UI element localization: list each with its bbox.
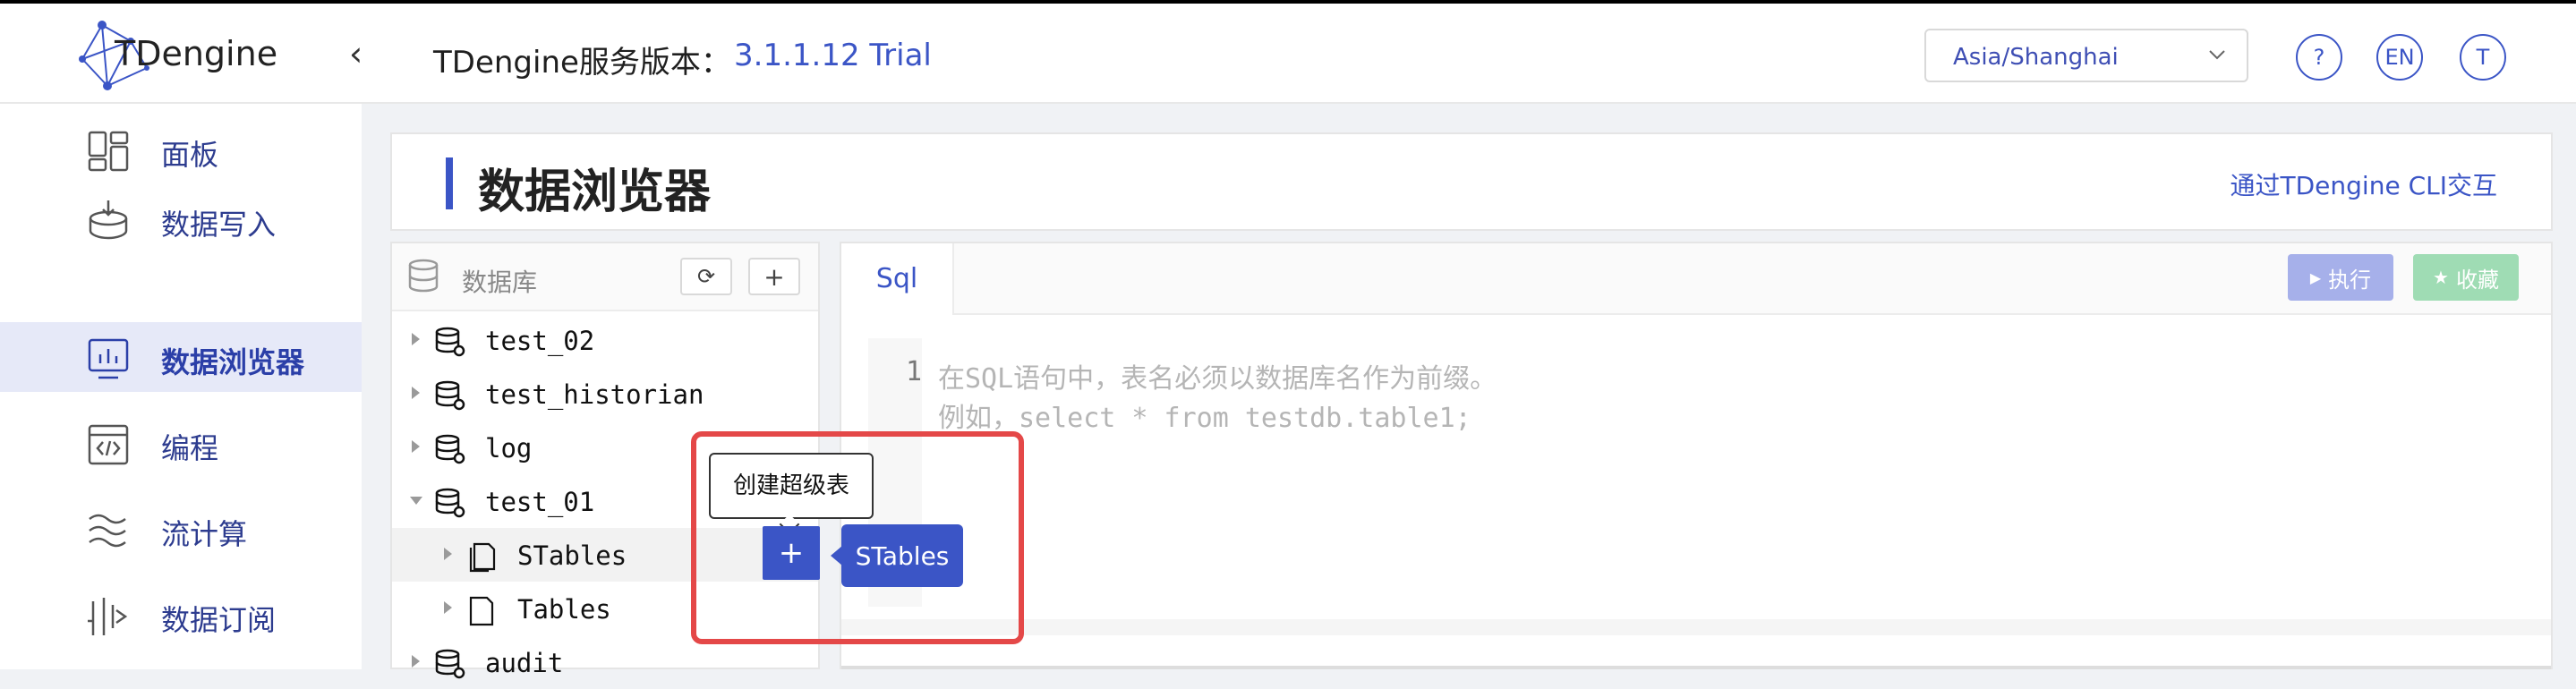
language-button[interactable]: EN [2376,34,2423,81]
add-stable-button[interactable]: + [763,526,820,580]
line-number: 1 [906,356,923,387]
tree-item-label: Tables [517,594,611,625]
database-icon [435,434,465,464]
database-icon [435,649,465,679]
sql-tab-bar: Sql ▶ 执行 ★ 收藏 [841,243,2551,315]
sidebar-item-data-write[interactable]: 数据写入 [0,184,362,254]
stream-icon [89,514,126,548]
database-icon [435,488,465,518]
tree-item-label: test_historian [485,379,704,410]
cli-interact-link[interactable]: 通过TDengine CLI交互 [2231,166,2497,202]
caret-right-icon[interactable] [444,601,452,614]
chevron-down-icon [2209,50,2225,60]
sidebar-item-label: 数据写入 [161,208,277,242]
caret-right-icon[interactable] [412,333,420,345]
timezone-value: Asia/Shanghai [1953,44,2119,71]
help-button[interactable]: ? [2296,34,2342,81]
favorite-button[interactable]: ★ 收藏 [2413,254,2519,301]
play-icon: ▶ [2309,268,2322,286]
top-header: TDengine ‹ TDengine服务版本： 3.1.1.12 Trial … [0,4,2576,104]
tree-item-label: log [485,433,533,464]
sidebar-item-label: 编程 [161,431,219,465]
stables-folder-icon [469,542,496,573]
tree-item-label: test_02 [485,326,595,356]
subscribe-icon [88,598,128,635]
sidebar-item-dashboard[interactable]: 面板 [0,115,362,184]
collapse-sidebar-button[interactable]: ‹ [349,34,363,73]
data-write-icon [89,200,128,240]
plus-icon: + [778,535,805,571]
page-title-card: 数据浏览器 通过TDengine CLI交互 [390,132,2553,231]
add-database-button[interactable]: + [748,258,800,295]
caret-right-icon[interactable] [444,548,452,560]
sidebar-item-label: 流计算 [161,517,248,551]
refresh-button[interactable]: ⟳ [680,258,732,295]
sidebar-item-subscribe[interactable]: 数据订阅 [0,580,362,650]
tree-item-label: audit [485,648,564,678]
tree-item-stables[interactable]: STables [392,528,818,582]
caret-right-icon[interactable] [412,387,420,399]
timezone-select[interactable]: Asia/Shanghai [1924,29,2248,82]
plus-icon: + [763,261,785,292]
user-avatar-button[interactable]: T [2460,34,2506,81]
tree-item-tables[interactable]: Tables [392,582,818,635]
sidebar-item-stream[interactable]: 流计算 [0,494,362,564]
stables-label-tag: STables [841,524,963,587]
run-button-label: 执行 [2328,267,2372,293]
favorite-button-label: 收藏 [2455,267,2499,293]
tables-folder-icon [469,596,494,626]
tree-item-database[interactable]: audit [392,635,818,689]
tab-sql[interactable]: Sql [841,243,954,315]
page-title: 数据浏览器 [478,166,712,219]
caret-right-icon[interactable] [412,655,420,668]
result-area-edge [841,666,2551,669]
database-icon [435,380,465,411]
database-panel-header: 数据库 ⟳ + [392,243,818,311]
title-accent-bar [446,157,453,209]
run-button[interactable]: ▶ 执行 [2288,254,2393,301]
database-icon [408,259,439,293]
logo-text: TDengine [115,34,278,73]
caret-right-icon[interactable] [412,440,420,453]
version-label: TDengine服务版本： [433,45,731,81]
tree-item-label: test_01 [485,487,595,517]
create-stable-tooltip: 创建超级表 [709,453,874,519]
sidebar-item-label: 面板 [161,138,219,172]
sidebar-item-label: 数据订阅 [161,603,277,637]
sidebar-item-label: 数据浏览器 [161,345,305,379]
sql-editor-placeholder[interactable]: 例如，select * from testdb.table1; [938,396,1471,435]
sql-editor-panel: Sql ▶ 执行 ★ 收藏 1 在SQL语句中，表名必须以数据库名作为前缀。 例… [840,242,2553,669]
data-browser-icon [88,338,129,379]
editor-resize-bar[interactable] [841,619,2551,635]
star-icon: ★ [2433,267,2449,288]
sidebar: 面板 数据写入 数据浏览器 编程 流计算 数据订阅 [0,104,362,669]
tree-item-database[interactable]: test_02 [392,313,818,367]
sql-editor-placeholder[interactable]: 在SQL语句中，表名必须以数据库名作为前缀。 [938,356,1497,396]
refresh-icon: ⟳ [696,264,716,289]
dashboard-icon [88,131,129,172]
database-icon [435,327,465,357]
tree-item-label: STables [517,540,627,571]
caret-down-icon[interactable] [410,497,422,505]
tree-item-database[interactable]: test_historian [392,367,818,421]
sidebar-item-programming[interactable]: 编程 [0,408,362,478]
version-value: 3.1.1.12 Trial [734,38,932,73]
database-panel-title: 数据库 [462,268,538,297]
sidebar-item-data-browser[interactable]: 数据浏览器 [0,322,362,392]
code-icon [88,424,129,465]
